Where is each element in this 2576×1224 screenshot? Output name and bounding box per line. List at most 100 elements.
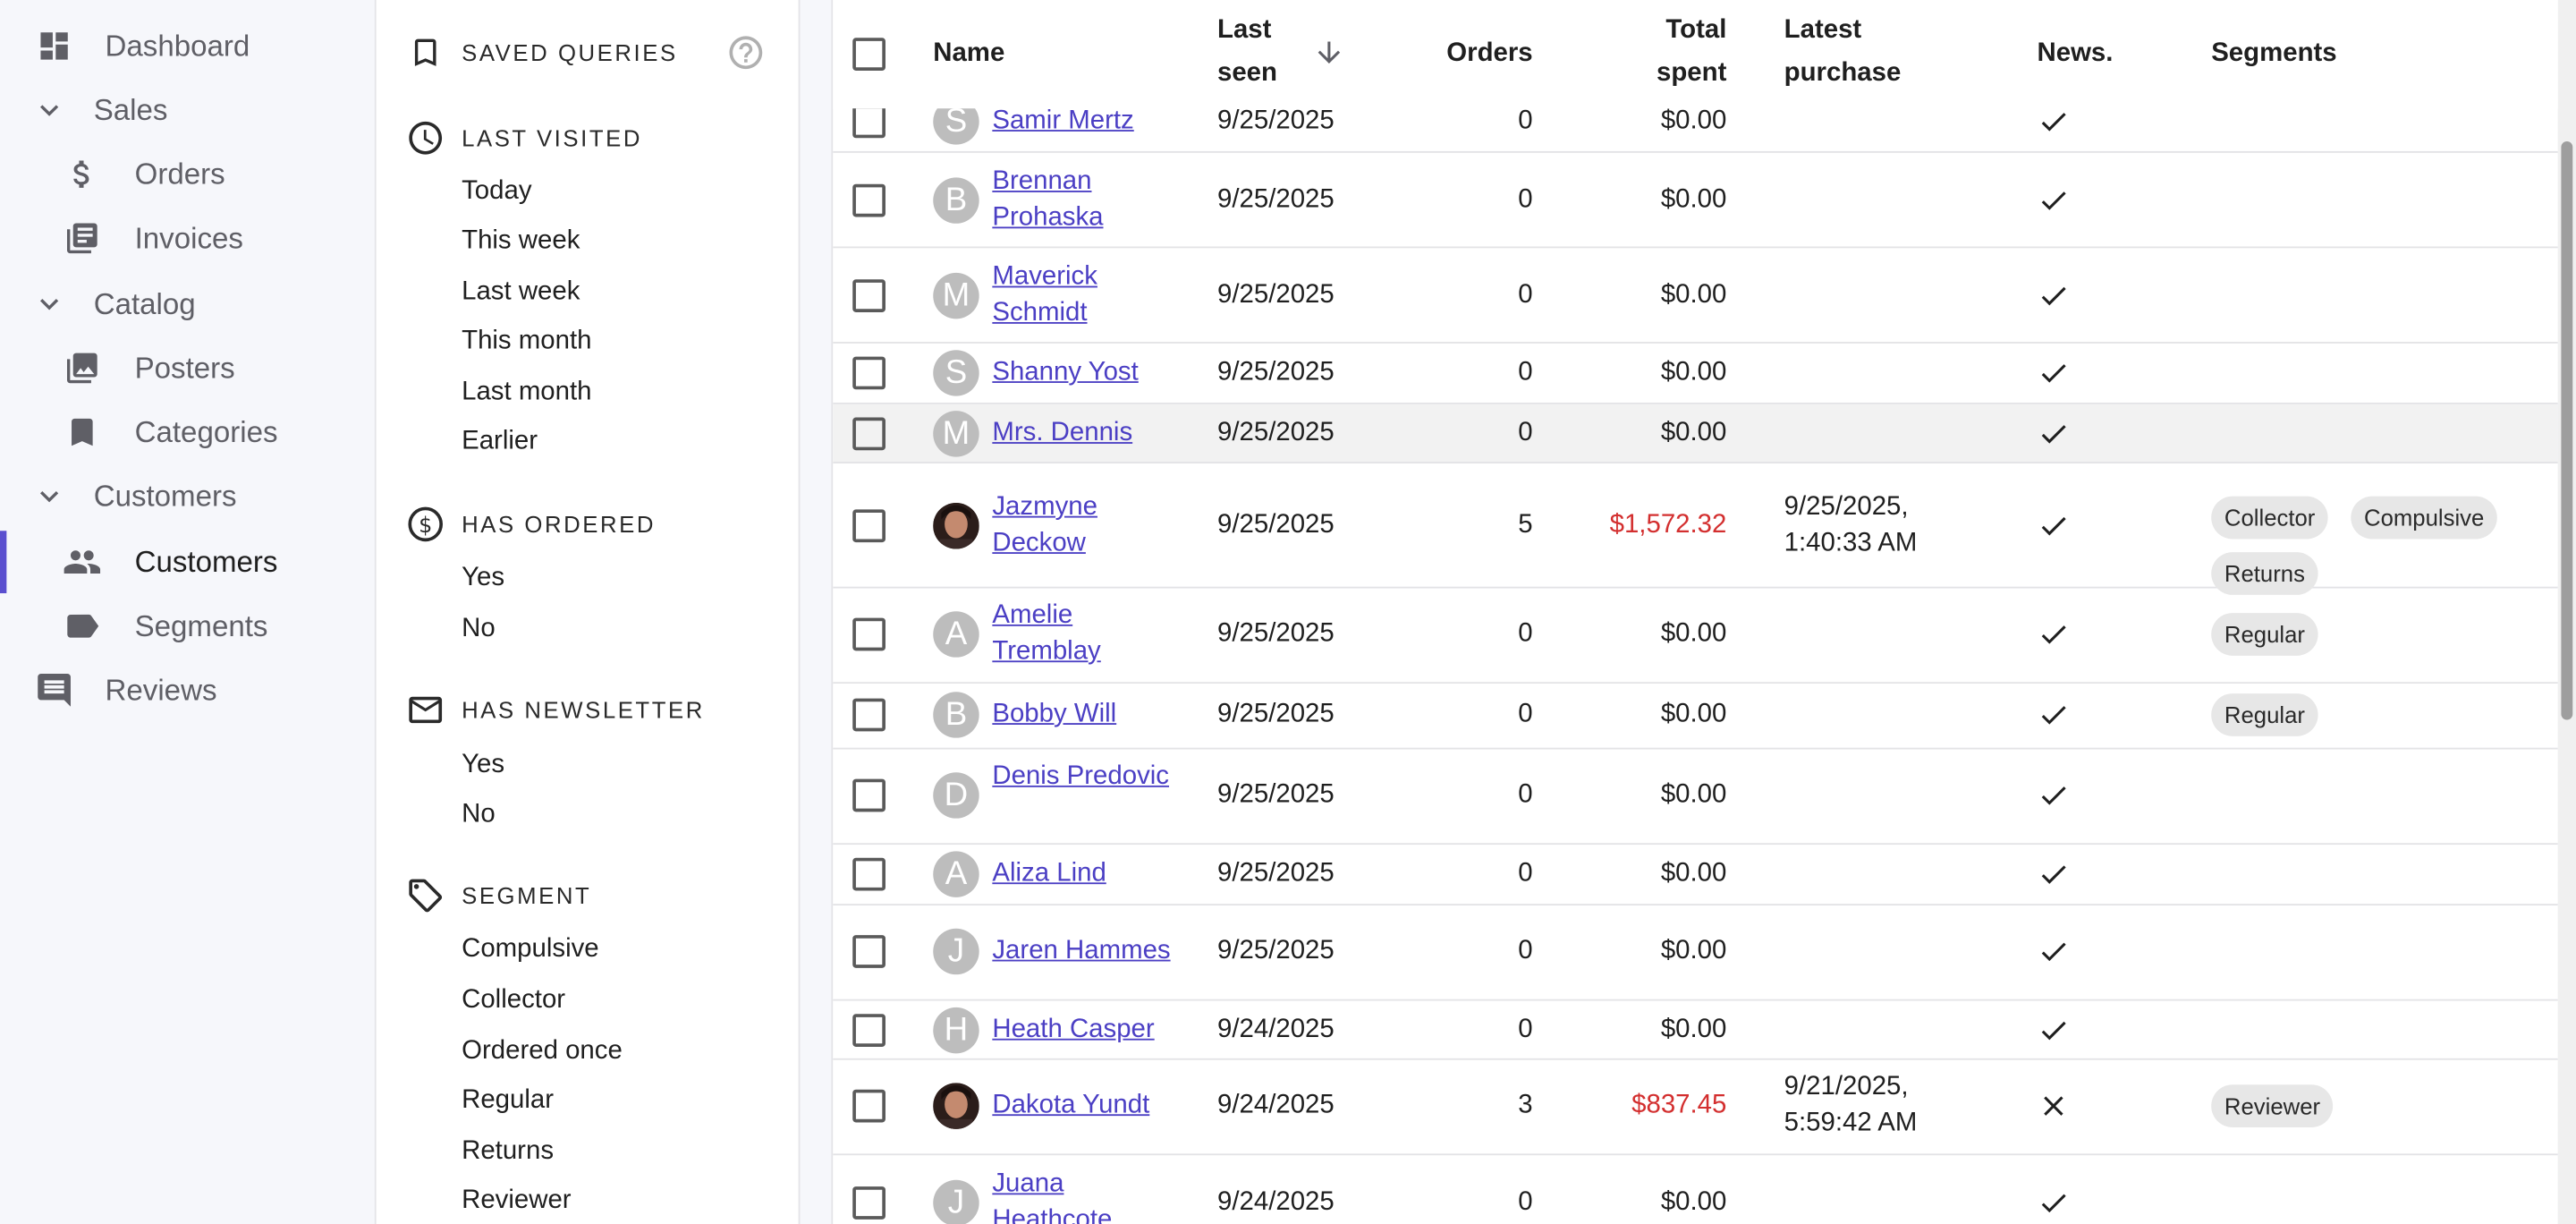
filter-newsletter-no[interactable]: No	[462, 797, 496, 833]
has-newsletter-header: HAS NEWSLETTER	[406, 687, 705, 733]
row-checkbox[interactable]	[852, 698, 886, 732]
scrollbar[interactable]	[2557, 0, 2576, 1224]
row-checkbox[interactable]	[852, 778, 886, 812]
last-visited-header: LAST VISITED	[406, 115, 642, 161]
people-icon	[63, 542, 102, 582]
total-spent-cell: $0.00	[1660, 358, 1727, 387]
table-row[interactable]: Jazmyne Deckow 9/25/2025 5 $1,572.32 9/25/20…	[833, 463, 2558, 595]
table-row[interactable]: M Maverick Schmidt 9/25/2025 0 $0.00	[833, 248, 2558, 344]
row-checkbox[interactable]	[852, 417, 886, 451]
nav-dashboard[interactable]: Dashboard	[0, 21, 375, 71]
column-last-seen[interactable]: Last seen	[1217, 10, 1277, 96]
nav-orders[interactable]: Orders	[0, 149, 375, 199]
row-checkbox[interactable]	[852, 279, 886, 312]
filter-today[interactable]: Today	[462, 174, 531, 210]
table-row[interactable]: M Mrs. Dennis 9/25/2025 0 $0.00	[833, 404, 2558, 463]
nav-group-sales[interactable]: Sales	[0, 86, 375, 135]
column-total-spent[interactable]: Total spent	[1622, 10, 1726, 96]
bookmark-outline-icon	[406, 33, 445, 72]
nav-group-customers[interactable]: Customers	[0, 472, 375, 521]
customer-name-link[interactable]: Denis Predovic	[992, 760, 1173, 795]
nav-reviews[interactable]: Reviews	[0, 666, 375, 715]
table-row[interactable]: J Juana Heathcote 9/24/2025 0 $0.00	[833, 1155, 2558, 1224]
table-row[interactable]: J Jaren Hammes 9/25/2025 0 $0.00	[833, 905, 2558, 1001]
table-row[interactable]: B Bobby Will 9/25/2025 0 $0.00 Regular	[833, 684, 2558, 750]
total-spent-cell: $0.00	[1660, 106, 1727, 135]
row-checkbox[interactable]	[852, 356, 886, 390]
nav-label: Catalog	[93, 286, 196, 320]
filter-earlier[interactable]: Earlier	[462, 424, 538, 460]
filter-newsletter-yes[interactable]: Yes	[462, 748, 504, 784]
table-row[interactable]: H Heath Casper 9/24/2025 0 $0.00	[833, 1001, 2558, 1060]
total-spent-cell: $0.00	[1660, 185, 1727, 214]
customer-name-link[interactable]: Maverick Schmidt	[992, 259, 1173, 332]
nav-segments[interactable]: Segments	[0, 601, 375, 650]
column-latest-purchase[interactable]: Latest purchase	[1784, 10, 1902, 96]
filter-segment-ordered-once[interactable]: Ordered once	[462, 1033, 623, 1069]
total-spent-cell: $1,572.32	[1609, 511, 1727, 540]
customer-name-link[interactable]: Jaren Hammes	[992, 933, 1173, 969]
filter-has-ordered-no[interactable]: No	[462, 611, 496, 647]
customer-name-link[interactable]: Mrs. Dennis	[992, 416, 1173, 452]
nav-customers[interactable]: Customers	[0, 538, 375, 587]
customer-name-link[interactable]: Aliza Lind	[992, 856, 1173, 892]
filter-this-month[interactable]: This month	[462, 324, 591, 360]
customer-name-link[interactable]: Heath Casper	[992, 1012, 1173, 1048]
filter-has-ordered-yes[interactable]: Yes	[462, 560, 504, 596]
row-checkbox[interactable]	[852, 1186, 886, 1220]
customer-name-link[interactable]: Juana Heathcote	[992, 1167, 1173, 1224]
filter-segment-collector[interactable]: Collector	[462, 982, 565, 1018]
chevron-down-icon	[30, 477, 69, 516]
customer-name-link[interactable]: Shanny Yost	[992, 355, 1173, 391]
customer-name-link[interactable]: Jazmyne Deckow	[992, 489, 1173, 562]
customer-name-link[interactable]: Amelie Tremblay	[992, 599, 1173, 671]
row-checkbox[interactable]	[852, 183, 886, 217]
check-icon	[2038, 1014, 2071, 1047]
segment-chip: Regular	[2211, 613, 2318, 656]
column-orders[interactable]: Orders	[1434, 33, 1532, 76]
table-row[interactable]: B Brennan Prohaska 9/25/2025 0 $0.00	[833, 153, 2558, 249]
filter-this-week[interactable]: This week	[462, 224, 580, 259]
row-checkbox[interactable]	[852, 617, 886, 651]
avatar: J	[933, 1179, 979, 1224]
customer-name-link[interactable]: Samir Mertz	[992, 104, 1173, 140]
nav-categories[interactable]: Categories	[0, 408, 375, 457]
nav-label: Dashboard	[105, 29, 250, 62]
bookmark-icon	[63, 412, 102, 452]
avatar: J	[933, 928, 979, 975]
column-name[interactable]: Name	[933, 33, 1004, 76]
filter-segment-compulsive[interactable]: Compulsive	[462, 931, 599, 967]
table-row[interactable]: D Denis Predovic 9/25/2025 0 $0.00	[833, 750, 2558, 846]
customer-name-link[interactable]: Bobby Will	[992, 697, 1173, 733]
arrow-down-icon[interactable]	[1313, 36, 1346, 77]
nav-invoices[interactable]: Invoices	[0, 214, 375, 263]
help-icon[interactable]	[726, 33, 766, 72]
column-newsletter[interactable]: News.	[2038, 33, 2114, 76]
last-seen-cell: 9/25/2025	[1216, 511, 1335, 540]
table-row[interactable]: A Aliza Lind 9/25/2025 0 $0.00	[833, 845, 2558, 906]
filter-last-week[interactable]: Last week	[462, 275, 580, 310]
last-seen-cell: 9/24/2025	[1216, 1091, 1335, 1119]
check-icon	[2038, 509, 2071, 542]
row-checkbox[interactable]	[852, 1089, 886, 1123]
avatar: B	[933, 692, 979, 738]
row-checkbox[interactable]	[852, 857, 886, 891]
avatar: A	[933, 851, 979, 897]
customer-name-link[interactable]: Brennan Prohaska	[992, 165, 1173, 237]
table-row[interactable]: S Shanny Yost 9/25/2025 0 $0.00	[833, 344, 2558, 404]
table-row[interactable]: Dakota Yundt 9/24/2025 3 $837.45 9/21/2025, …	[833, 1060, 2558, 1156]
filter-last-month[interactable]: Last month	[462, 375, 591, 411]
row-checkbox[interactable]	[852, 1014, 886, 1047]
row-checkbox[interactable]	[852, 935, 886, 968]
row-checkbox[interactable]	[852, 509, 886, 543]
filter-segment-reviewer[interactable]: Reviewer	[462, 1183, 571, 1219]
select-all-checkbox[interactable]	[852, 38, 886, 71]
customer-name-link[interactable]: Dakota Yundt	[992, 1088, 1173, 1124]
scrollbar-thumb[interactable]	[2561, 140, 2573, 720]
nav-group-catalog[interactable]: Catalog	[0, 279, 375, 328]
nav-posters[interactable]: Posters	[0, 344, 375, 393]
filter-segment-returns[interactable]: Returns	[462, 1134, 554, 1169]
table-row[interactable]: A Amelie Tremblay 9/25/2025 0 $0.00 Regular	[833, 589, 2558, 684]
row-checkbox[interactable]	[852, 105, 886, 139]
filter-segment-regular[interactable]: Regular	[462, 1083, 554, 1118]
